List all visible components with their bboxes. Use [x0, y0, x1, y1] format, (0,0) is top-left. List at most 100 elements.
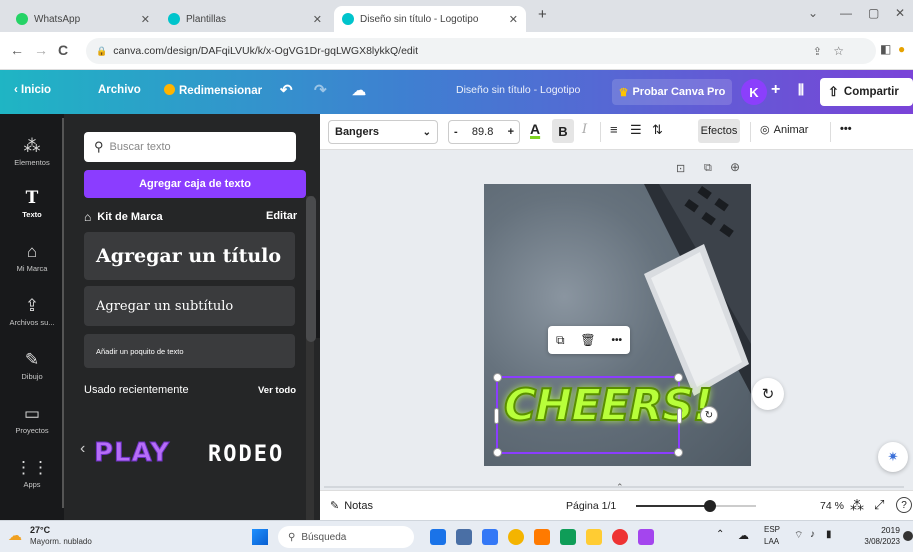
add-page-icon[interactable]: ⊕ — [730, 160, 740, 174]
tab-diseno[interactable]: Diseño sin título - Logotipo ✕ — [334, 6, 526, 32]
tab-whatsapp[interactable]: WhatsApp ✕ — [8, 6, 158, 32]
taskbar-search[interactable]: ⚲ Búsqueda — [278, 526, 414, 548]
taskbar-app-icon[interactable] — [534, 529, 550, 545]
fullscreen-icon[interactable]: ⤢ — [874, 497, 884, 513]
resize-button[interactable]: Redimensionar — [164, 84, 262, 97]
wifi-icon[interactable]: ⌔ — [794, 529, 803, 542]
close-icon[interactable]: ✕ — [313, 13, 322, 26]
taskbar-app-icon[interactable] — [430, 529, 446, 545]
resize-handle[interactable] — [494, 408, 499, 424]
resize-handle[interactable] — [493, 373, 502, 382]
chevron-left-icon[interactable]: ‹ — [80, 440, 85, 458]
minimize-icon[interactable]: — — [840, 6, 852, 20]
star-icon[interactable]: ☆ — [833, 44, 844, 58]
bold-button[interactable]: B — [552, 119, 574, 143]
duplicate-page-icon[interactable]: ⧉ — [704, 162, 712, 175]
tab-plantillas[interactable]: Plantillas ✕ — [160, 6, 330, 32]
document-title[interactable]: Diseño sin título - Logotipo — [456, 84, 580, 96]
grid-view-icon[interactable]: ⁂ — [850, 497, 864, 514]
windows-start-icon[interactable] — [252, 529, 268, 545]
notification-icon[interactable] — [903, 531, 913, 541]
resize-handle[interactable] — [674, 373, 683, 382]
profile-icon[interactable]: ● — [898, 42, 905, 56]
refresh-canvas-icon[interactable]: ↻ — [752, 378, 784, 410]
trash-icon[interactable]: 🗑 — [580, 333, 595, 347]
increase-size-button[interactable]: + — [508, 126, 514, 138]
list-icon[interactable]: ☰ — [630, 122, 642, 138]
cloud-saved-icon[interactable]: ☁ — [352, 82, 366, 99]
zoom-slider[interactable] — [636, 500, 756, 512]
rail-item-elements[interactable]: ⁂ Elementos — [0, 136, 64, 167]
add-body-button[interactable]: Añadir un poquito de texto — [84, 334, 295, 368]
resize-handle[interactable] — [493, 448, 502, 457]
magic-assistant-icon[interactable]: ✷ — [878, 442, 908, 472]
zoom-level[interactable]: 74 % — [820, 500, 844, 512]
decrease-size-button[interactable]: - — [454, 126, 458, 138]
add-title-button[interactable]: Agregar un título — [84, 232, 295, 280]
add-subtitle-button[interactable]: Agregar un subtítulo — [84, 286, 295, 326]
taskbar-app-icon[interactable] — [482, 529, 498, 545]
rail-item-draw[interactable]: ✎ Dibujo — [0, 350, 64, 381]
font-size-stepper[interactable]: - 89.8 + — [448, 120, 520, 144]
close-icon[interactable]: ✕ — [509, 13, 518, 26]
taskbar-app-icon[interactable] — [456, 529, 472, 545]
chrome-icon[interactable] — [508, 529, 524, 545]
volume-icon[interactable]: ♪ — [810, 529, 815, 540]
page-indicator[interactable]: Página 1/1 — [566, 500, 616, 512]
rail-item-apps[interactable]: ⋮⋮ Apps — [0, 458, 64, 489]
clock-date[interactable]: 3/08/2023 — [852, 537, 900, 546]
taskbar-app-icon[interactable] — [612, 529, 628, 545]
notes-button[interactable]: ✎ Notas — [330, 499, 373, 513]
extension-icon[interactable]: ◧ — [880, 42, 891, 56]
stats-icon[interactable]: ⫼ — [798, 82, 804, 98]
horizontal-scrollbar[interactable] — [324, 486, 904, 488]
recent-font-rodeo[interactable]: RODEO — [208, 442, 284, 467]
lock-icon[interactable]: ⊡ — [676, 162, 685, 175]
see-all-link[interactable]: Ver todo — [258, 385, 296, 396]
undo-icon[interactable]: ↶ — [280, 81, 293, 99]
font-select[interactable]: Bangers ⌄ — [328, 120, 438, 144]
taskbar-app-icon[interactable] — [560, 529, 576, 545]
taskbar-app-icon[interactable] — [638, 529, 654, 545]
more-element-button[interactable]: ••• — [612, 335, 623, 346]
battery-icon[interactable]: ▮ — [826, 529, 832, 540]
language-code[interactable]: ESP — [764, 525, 780, 534]
effects-button[interactable]: Efectos — [698, 119, 740, 143]
weather-icon[interactable]: ☁ — [8, 527, 22, 544]
maximize-icon[interactable]: ▢ — [868, 6, 879, 20]
more-options-button[interactable]: ••• — [840, 123, 852, 135]
rail-item-projects[interactable]: ▭ Proyectos — [0, 404, 64, 435]
close-window-icon[interactable]: ✕ — [895, 6, 905, 20]
forward-arrow-icon[interactable]: → — [34, 42, 48, 58]
share-button[interactable]: ⇧ Compartir — [820, 78, 913, 106]
rail-item-uploads[interactable]: ⇪ Archivos su... — [0, 296, 64, 327]
font-size-value[interactable]: 89.8 — [472, 126, 493, 138]
language-region[interactable]: LAA — [764, 537, 779, 546]
rotate-handle[interactable]: ↻ — [700, 406, 718, 424]
try-pro-button[interactable]: ♛ Probar Canva Pro — [612, 79, 732, 105]
folder-icon[interactable] — [586, 529, 602, 545]
resize-handle[interactable] — [674, 448, 683, 457]
italic-button[interactable]: I — [582, 122, 587, 137]
selected-text-element[interactable]: CHEERS! — [493, 373, 714, 457]
rail-item-brand[interactable]: ⌂ Mi Marca — [0, 242, 64, 273]
avatar[interactable]: K — [741, 79, 767, 105]
chevron-down-icon[interactable]: ⌄ — [808, 6, 818, 20]
share-page-icon[interactable]: ⇪ — [813, 45, 822, 58]
canvas-workspace[interactable]: ⊡ ⧉ ⊕ ⧉ 🗑 ••• CHEERS! ↻ ↻ ✷ — [320, 150, 913, 492]
redo-icon[interactable]: ↷ — [314, 81, 327, 99]
url-field[interactable]: 🔒 canva.com/design/DAFqiLVUk/k/x-OgVG1Dr… — [86, 38, 876, 64]
help-icon[interactable]: ? — [896, 497, 912, 513]
recent-font-play[interactable]: PLAY — [93, 438, 170, 469]
spacing-icon[interactable]: ⇅ — [652, 122, 663, 138]
clock-time[interactable]: 2019 — [864, 525, 900, 535]
edit-brand-link[interactable]: Editar — [266, 210, 297, 222]
resize-handle[interactable] — [677, 408, 682, 424]
reload-icon[interactable]: C — [58, 42, 68, 58]
animate-button[interactable]: ◎ Animar — [760, 123, 808, 137]
zoom-slider-thumb[interactable] — [704, 500, 717, 512]
new-tab-button[interactable]: + — [538, 6, 547, 23]
add-member-icon[interactable]: + — [771, 81, 780, 99]
tray-chevron-icon[interactable]: ⌃ — [716, 529, 724, 540]
panel-scrollbar[interactable] — [306, 196, 316, 342]
